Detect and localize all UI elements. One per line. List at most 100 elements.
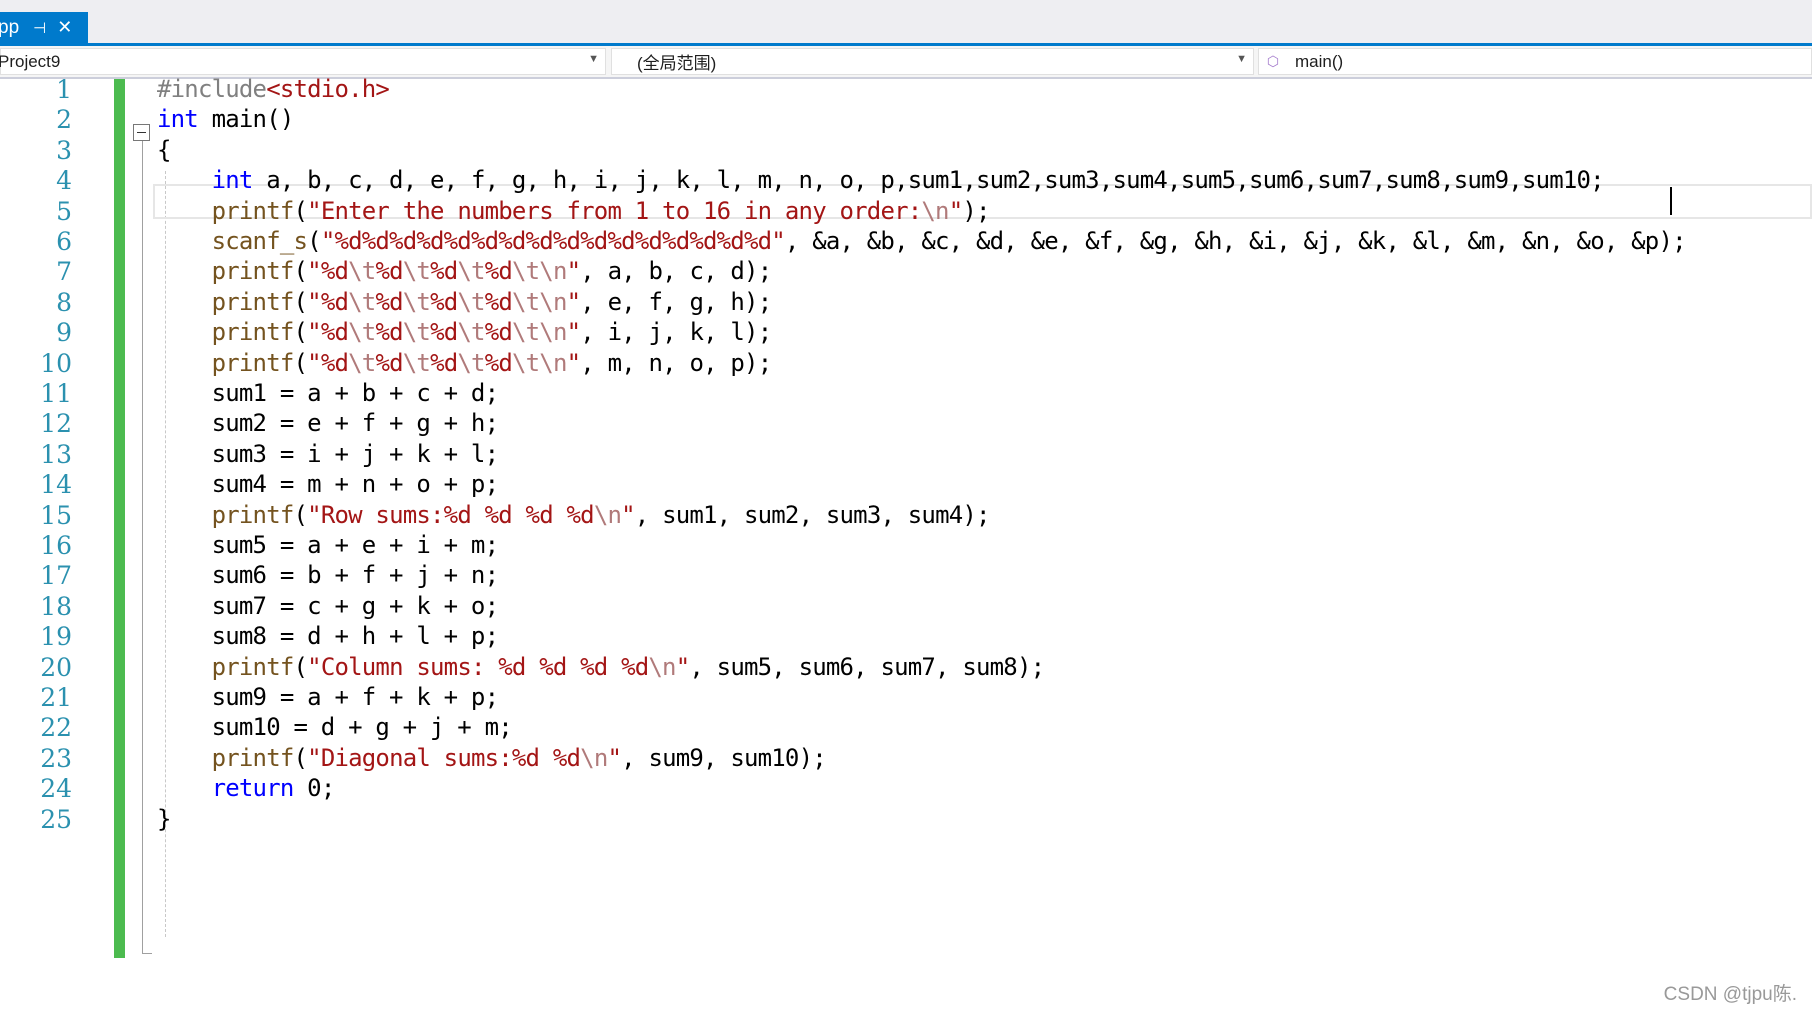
code-token: } bbox=[157, 804, 171, 833]
code-token: "Column sums: %d %d %d %d bbox=[307, 652, 649, 681]
cube-icon: ⬡ bbox=[1266, 53, 1280, 69]
code-token: { bbox=[157, 135, 171, 164]
pin-icon[interactable]: ⊣ bbox=[33, 19, 46, 37]
code-token: "%d bbox=[307, 318, 349, 347]
code-token: "%d%d%d%d%d%d%d%d%d%d%d%d%d%d%d%d" bbox=[320, 227, 786, 255]
code-token: ); bbox=[962, 196, 990, 225]
code-line[interactable]: return 0; bbox=[157, 771, 336, 806]
code-token: ( bbox=[293, 743, 308, 772]
code-token: \n bbox=[580, 743, 608, 772]
code-editor[interactable]: 1 2 3 4 5 6 7 8 9 10 11 12 13 14 15 16 17 18 19 20 21 22 23 24 2… bbox=[0, 75, 1812, 1009]
code-token: , sum9, sum10); bbox=[621, 743, 827, 772]
code-token: int bbox=[157, 105, 199, 134]
tab-strip: pp ⊣ ✕ bbox=[0, 0, 1812, 43]
outline-line bbox=[142, 139, 143, 953]
code-token: \n bbox=[921, 196, 949, 225]
code-token: %d bbox=[375, 287, 403, 316]
code-token: , e, f, g, h); bbox=[580, 287, 772, 316]
code-token: "%d bbox=[307, 257, 349, 286]
code-token: ( bbox=[293, 652, 308, 681]
project-dropdown[interactable]: Project9 ▼ bbox=[0, 48, 606, 75]
code-token: "Row sums:%d %d %d %d bbox=[307, 500, 594, 529]
code-line[interactable]: } bbox=[157, 802, 171, 837]
outline-end bbox=[142, 953, 152, 954]
code-token: , a, b, c, d); bbox=[580, 257, 772, 286]
code-token: %d bbox=[484, 287, 513, 316]
code-token: return bbox=[211, 774, 295, 803]
tab-source-file[interactable]: pp ⊣ ✕ bbox=[0, 12, 88, 43]
collapse-toggle-icon[interactable] bbox=[133, 124, 150, 141]
code-token: sum4 = m + n + o + p; bbox=[157, 470, 499, 499]
code-token: , m, n, o, p); bbox=[580, 348, 772, 377]
code-token: printf bbox=[211, 318, 295, 347]
code-token: " bbox=[566, 257, 581, 286]
code-token: %d bbox=[430, 257, 458, 286]
code-token: printf bbox=[211, 743, 295, 772]
code-token: \t bbox=[402, 287, 431, 316]
code-token: ( bbox=[293, 287, 308, 316]
scope-dropdown-value: (全局范围) bbox=[637, 54, 717, 73]
code-token: \n bbox=[648, 652, 676, 681]
code-token: "%d bbox=[307, 287, 349, 316]
member-dropdown[interactable]: ⬡ main() bbox=[1258, 48, 1812, 75]
code-token: sum6 = b + f + j + n; bbox=[157, 561, 499, 590]
code-token: sum3 = i + j + k + l; bbox=[157, 439, 499, 468]
code-token: \t bbox=[457, 287, 485, 316]
code-token: \t bbox=[348, 257, 376, 286]
code-token: \t bbox=[348, 287, 376, 316]
code-token: %d bbox=[375, 257, 403, 286]
code-token: <stdio.h> bbox=[266, 75, 390, 103]
code-token: ( bbox=[293, 257, 308, 286]
code-token: 0; bbox=[293, 774, 335, 803]
code-token: a, b, c, d, e, f, g, h, i, j, k, l, m, n… bbox=[252, 166, 1604, 195]
code-token: printf bbox=[211, 257, 295, 286]
code-token: \t bbox=[457, 348, 485, 377]
close-icon[interactable]: ✕ bbox=[57, 17, 72, 38]
code-token: " bbox=[566, 318, 581, 347]
code-token: , i, j, k, l); bbox=[580, 318, 772, 347]
code-token: "Diagonal sums:%d %d bbox=[307, 743, 581, 772]
code-line[interactable]: int main() bbox=[157, 102, 294, 137]
code-token: %d bbox=[484, 348, 513, 377]
text-caret bbox=[1670, 187, 1672, 215]
code-token: " bbox=[566, 287, 581, 316]
member-dropdown-value: main() bbox=[1295, 51, 1344, 71]
code-token: scanf_s bbox=[211, 227, 308, 255]
code-token: , &a, &b, &c, &d, &e, &f, &g, &h, &i, &j… bbox=[784, 227, 1687, 255]
code-token: sum5 = a + e + i + m; bbox=[157, 531, 499, 559]
code-token: \t bbox=[402, 318, 431, 347]
watermark: CSDN @tjpu陈. bbox=[1663, 984, 1797, 1005]
code-token: " bbox=[607, 743, 622, 772]
code-token: #include bbox=[157, 75, 267, 103]
code-token: sum1 = a + b + c + d; bbox=[157, 379, 499, 407]
code-token: " bbox=[675, 652, 690, 681]
code-token: int bbox=[211, 166, 254, 195]
code-token: " bbox=[948, 196, 963, 225]
code-token: sum9 = a + f + k + p; bbox=[157, 683, 499, 711]
code-token: sum10 = d + g + j + m; bbox=[157, 713, 513, 742]
code-token: ( bbox=[293, 318, 308, 347]
code-token: ( bbox=[293, 500, 308, 529]
code-token: printf bbox=[211, 196, 295, 225]
code-token: printf bbox=[211, 348, 295, 377]
code-token: " bbox=[566, 348, 581, 377]
code-token: \t\n bbox=[512, 257, 567, 286]
code-token: \t bbox=[457, 257, 485, 286]
chevron-down-icon: ▼ bbox=[588, 53, 599, 65]
line-number: 25 bbox=[40, 804, 72, 834]
code-token: \t bbox=[348, 318, 376, 347]
code-token: \t bbox=[348, 348, 376, 377]
code-token: \t bbox=[402, 257, 431, 286]
code-token: printf bbox=[211, 652, 295, 681]
code-token: main() bbox=[197, 105, 295, 134]
scope-dropdown[interactable]: (全局范围) ▼ bbox=[611, 48, 1254, 75]
code-token: %d bbox=[430, 318, 458, 347]
code-token: "%d bbox=[307, 348, 349, 377]
code-token: "Enter the numbers from 1 to 16 in any o… bbox=[307, 196, 922, 225]
